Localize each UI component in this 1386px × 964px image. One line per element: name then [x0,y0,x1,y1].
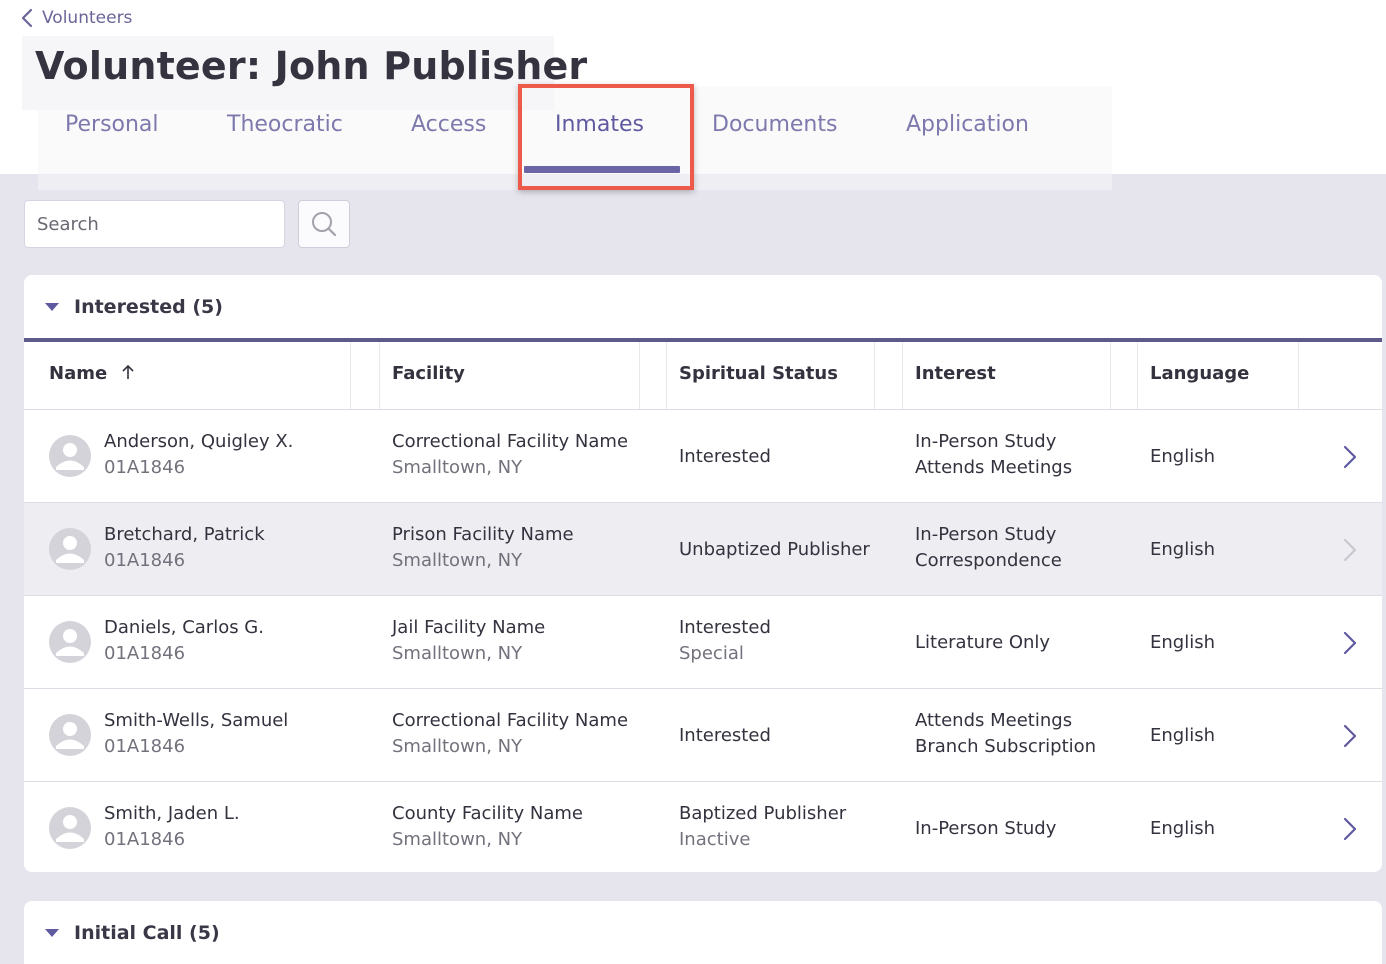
interest-secondary: Correspondence [915,550,1062,571]
section-divider [24,338,1382,342]
tab-access[interactable]: Access [411,112,486,152]
column-header-name-label: Name [49,363,108,384]
table-row[interactable]: Smith-Wells, Samuel 01A1846 Correctional… [24,688,1382,781]
interest-primary: Attends Meetings [915,710,1073,731]
interested-section-header[interactable]: Interested (5) [24,275,1382,339]
interest-primary: In-Person Study [915,431,1057,452]
user-avatar-icon [49,621,91,663]
tab-highlight-box [518,84,694,190]
chevron-right-icon[interactable] [1342,630,1358,656]
spiritual-status: Interested [679,725,771,746]
spiritual-status: Unbaptized Publisher [679,539,870,560]
back-link-label: Volunteers [42,8,133,28]
inmate-id: 01A1846 [104,550,186,571]
tab-application[interactable]: Application [906,112,1029,152]
table-row[interactable]: Bretchard, Patrick 01A1846 Prison Facili… [24,502,1382,595]
facility-location: Smalltown, NY [392,457,523,478]
tab-documents[interactable]: Documents [712,112,837,152]
interest-secondary: Branch Subscription [915,736,1097,757]
user-avatar-icon [49,807,91,849]
facility-location: Smalltown, NY [392,736,523,757]
section-title: Interested (5) [74,296,223,318]
column-divider [666,342,667,409]
language: English [1150,818,1215,839]
spiritual-status-detail: Inactive [679,829,751,850]
table-row[interactable]: Daniels, Carlos G. 01A1846 Jail Facility… [24,595,1382,688]
initial-call-section-header[interactable]: Initial Call (5) [24,901,1382,964]
caret-down-icon [45,303,59,311]
table-row[interactable]: Smith, Jaden L. 01A1846 County Facility … [24,781,1382,874]
facility-name: Jail Facility Name [392,617,546,638]
column-divider [902,342,903,409]
inmate-name: Daniels, Carlos G. [104,617,264,638]
chevron-right-icon[interactable] [1342,444,1358,470]
column-divider [1137,342,1138,409]
interested-section: Interested (5) Name Facility Spiritual S… [24,275,1382,872]
column-divider [350,342,351,409]
spiritual-status: Baptized Publisher [679,803,847,824]
inmate-name: Smith, Jaden L. [104,803,240,824]
facility-location: Smalltown, NY [392,829,523,850]
inmate-id: 01A1846 [104,736,186,757]
section-title: Initial Call (5) [74,922,220,944]
column-header-facility[interactable]: Facility [392,363,465,384]
inmate-id: 01A1846 [104,643,186,664]
spiritual-status-detail: Special [679,643,744,664]
search-input[interactable] [24,200,285,248]
inmate-id: 01A1846 [104,457,186,478]
back-link[interactable]: Volunteers [20,6,132,30]
facility-name: Correctional Facility Name [392,431,629,452]
facility-name: Prison Facility Name [392,524,574,545]
search-icon [312,212,337,237]
language: English [1150,725,1215,746]
spiritual-status: Interested [679,446,771,467]
column-divider [379,342,380,409]
interest-secondary: Attends Meetings [915,457,1073,478]
tab-theocratic[interactable]: Theocratic [227,112,343,152]
caret-down-icon [45,929,59,937]
user-avatar-icon [49,435,91,477]
initial-call-section: Initial Call (5) [24,901,1382,964]
column-divider [1298,342,1299,409]
chevron-right-icon[interactable] [1342,816,1358,842]
column-header-language[interactable]: Language [1150,363,1249,384]
inmate-id: 01A1846 [104,829,186,850]
facility-name: County Facility Name [392,803,583,824]
column-divider [874,342,875,409]
arrow-up-icon [122,364,135,379]
column-header-spiritual-status[interactable]: Spiritual Status [679,363,838,384]
chevron-left-icon [21,8,33,28]
chevron-right-icon[interactable] [1342,723,1358,749]
inmate-name: Bretchard, Patrick [104,524,265,545]
interest-primary: In-Person Study [915,524,1057,545]
chevron-right-icon[interactable] [1342,537,1358,563]
column-divider [1110,342,1111,409]
spiritual-status: Interested [679,617,771,638]
table-row[interactable]: Anderson, Quigley X. 01A1846 Correctiona… [24,409,1382,502]
inmate-name: Smith-Wells, Samuel [104,710,289,731]
user-avatar-icon [49,714,91,756]
language: English [1150,446,1215,467]
interest-primary: In-Person Study [915,818,1057,839]
search-button[interactable] [298,200,350,248]
language: English [1150,539,1215,560]
facility-name: Correctional Facility Name [392,710,629,731]
facility-location: Smalltown, NY [392,550,523,571]
user-avatar-icon [49,528,91,570]
language: English [1150,632,1215,653]
interest-primary: Literature Only [915,632,1051,653]
column-divider [639,342,640,409]
column-header-name[interactable]: Name [49,363,135,384]
column-header-interest[interactable]: Interest [915,363,996,384]
inmate-name: Anderson, Quigley X. [104,431,294,452]
tab-personal[interactable]: Personal [65,112,159,152]
facility-location: Smalltown, NY [392,643,523,664]
